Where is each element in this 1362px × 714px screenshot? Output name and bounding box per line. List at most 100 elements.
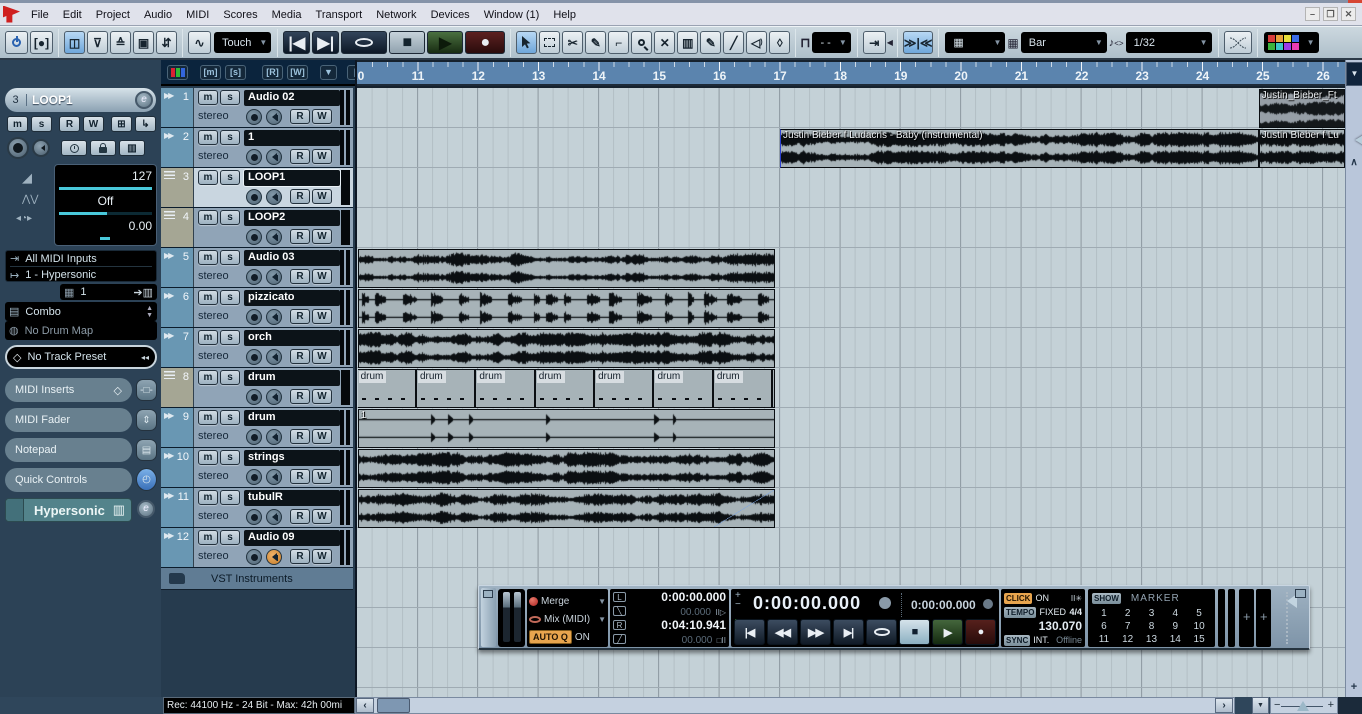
marker-9[interactable]: 9 <box>1163 620 1187 633</box>
track-row-2[interactable]: ▶▶2ms1stereoRW <box>161 128 353 168</box>
track-name[interactable]: Audio 02 <box>244 90 340 106</box>
track-row-4[interactable]: 4msLOOP2RW <box>161 208 353 248</box>
track-read-button[interactable]: R <box>290 229 310 244</box>
read-automation-button[interactable]: R <box>59 116 80 132</box>
track-write-button[interactable]: W <box>312 189 332 204</box>
track-write-button[interactable]: W <box>312 149 332 164</box>
write-automation-button[interactable]: W <box>83 116 104 132</box>
clip-justin-bieber-f-lu[interactable]: Justin Bieber f Lu <box>1259 129 1345 168</box>
track-row-9[interactable]: ▶▶9msdrumstereoRW <box>161 408 353 448</box>
palette-color[interactable] <box>1268 35 1275 42</box>
track-write-button[interactable]: W <box>312 509 332 524</box>
goto-start-button[interactable]: |◀ <box>734 619 765 645</box>
track-record-enable[interactable] <box>246 189 262 205</box>
secondary-clock-icon[interactable] <box>983 599 993 609</box>
track-solo-button[interactable]: s <box>220 450 240 465</box>
menu-edit[interactable]: Edit <box>57 6 88 24</box>
palette-color[interactable] <box>1292 43 1299 50</box>
track-read-button[interactable]: R <box>290 349 310 364</box>
track-write-button[interactable]: W <box>312 349 332 364</box>
track-mute-button[interactable]: m <box>198 410 218 425</box>
track-mute-button[interactable]: m <box>198 450 218 465</box>
volume-slider[interactable] <box>59 187 152 190</box>
track-name[interactable]: drum <box>244 370 340 386</box>
record-enable-button[interactable] <box>7 137 29 159</box>
track-row-3[interactable]: 3msLOOP1RW <box>161 168 353 208</box>
track-record-enable[interactable] <box>246 229 262 245</box>
auto-quantize-row[interactable]: AUTO QON <box>529 628 606 646</box>
clip-justin-bieber-f-luda[interactable]: Justin Bieber f Ludacris - Baby (instrum… <box>780 129 1259 168</box>
lock-button[interactable] <box>90 140 116 156</box>
zoom-out-label[interactable]: − <box>1274 699 1280 711</box>
track-write-button[interactable]: W <box>312 429 332 444</box>
show-inspector-button[interactable]: ⊽ <box>87 31 108 54</box>
restore-button[interactable]: ❐ <box>1323 7 1338 21</box>
midi-part-drum[interactable]: drum <box>358 370 417 407</box>
palette-color[interactable] <box>1284 43 1291 50</box>
transport-handle[interactable] <box>481 588 496 647</box>
palette-color[interactable] <box>1276 35 1283 42</box>
menu-devices[interactable]: Devices <box>425 6 476 24</box>
inspector-track-name[interactable]: LOOP1 <box>27 93 135 107</box>
tempo-button[interactable]: TEMPO <box>1004 607 1036 618</box>
record-button[interactable]: ● <box>465 31 505 54</box>
track-preset-selector[interactable]: ◇No Track Preset◂◂ <box>5 345 157 369</box>
track-row-7[interactable]: ▶▶7msorchstereoRW <box>161 328 353 368</box>
quick-controls-state-button[interactable]: ◴ <box>136 468 157 491</box>
delay-value[interactable]: 0.00 <box>59 217 152 235</box>
track-read-button[interactable]: R <box>290 389 310 404</box>
track-write-button[interactable]: W <box>312 109 332 124</box>
track-name[interactable]: strings <box>244 450 340 466</box>
section-midi-inserts[interactable]: MIDI Inserts◇ <box>5 378 132 402</box>
open-mixer-button[interactable]: ⇵ <box>156 31 177 54</box>
track-mute-button[interactable]: m <box>198 490 218 505</box>
track-record-enable[interactable] <box>246 429 262 445</box>
edit-channel-button[interactable]: e <box>135 91 153 109</box>
track-solo-button[interactable]: s <box>220 170 240 185</box>
transport-panel[interactable]: Merge▼ Mix (MIDI)▼ AUTO QON L0:00:00.000… <box>478 585 1310 650</box>
line-tool[interactable]: ╱ <box>723 31 744 54</box>
edit-instrument-button[interactable]: e <box>137 500 155 518</box>
read-all-button[interactable]: [R] <box>262 65 283 80</box>
color-palette-dropdown[interactable]: ▼ <box>1264 32 1319 53</box>
ruler-options-button[interactable]: ▼ <box>1346 62 1362 86</box>
write-all-button[interactable]: [W] <box>287 65 308 80</box>
timewarp-tool[interactable]: ▥ <box>677 31 698 54</box>
marker-3[interactable]: 3 <box>1140 607 1164 620</box>
midi-part-drum[interactable]: drum <box>714 370 773 407</box>
track-name[interactable]: LOOP2 <box>244 210 340 226</box>
track-record-enable[interactable] <box>246 549 262 565</box>
track-name[interactable]: orch <box>244 330 340 346</box>
erase-tool[interactable]: ⌐ <box>608 31 629 54</box>
track-read-button[interactable]: R <box>290 549 310 564</box>
mute-all-button[interactable]: [m] <box>200 65 221 80</box>
track-write-button[interactable]: W <box>312 229 332 244</box>
zoom-tool[interactable] <box>631 31 652 54</box>
autoscroll-button[interactable]: ≫|≪ <box>903 31 933 54</box>
horizontal-scroll-thumb[interactable] <box>377 698 410 713</box>
track-mute-button[interactable]: m <box>198 330 218 345</box>
track-record-enable[interactable] <box>246 269 262 285</box>
track-mute-button[interactable]: m <box>198 90 218 105</box>
notepad-state-button[interactable]: ▤ <box>136 439 157 461</box>
left-locator-icon[interactable]: L <box>613 592 626 602</box>
track-mute-button[interactable]: m <box>198 530 218 545</box>
split-tool[interactable]: ✂ <box>562 31 583 54</box>
scroll-left-arrow-icon[interactable] <box>1347 132 1362 148</box>
marker-11[interactable]: 11 <box>1092 633 1116 646</box>
midi-fader-state-button[interactable]: ⇕ <box>136 409 157 431</box>
track-write-button[interactable]: W <box>312 269 332 284</box>
track-mute-button[interactable]: m <box>198 370 218 385</box>
track-monitor[interactable] <box>266 109 282 125</box>
drum-map-selector[interactable]: ◍No Drum Map <box>5 321 157 340</box>
track-solo-button[interactable]: s <box>220 290 240 305</box>
track-monitor[interactable] <box>266 429 282 445</box>
scroll-left-button[interactable]: ‹ <box>356 698 374 713</box>
track-solo-button[interactable]: s <box>220 530 240 545</box>
track-monitor[interactable] <box>266 309 282 325</box>
track-row-1[interactable]: ▶▶1msAudio 02stereoRW <box>161 88 353 128</box>
record-mode-dropdown[interactable]: Merge▼ <box>529 592 606 610</box>
track-read-button[interactable]: R <box>290 109 310 124</box>
close-button[interactable]: ✕ <box>1341 7 1356 21</box>
folder-track-name[interactable]: VST Instruments <box>211 573 293 585</box>
